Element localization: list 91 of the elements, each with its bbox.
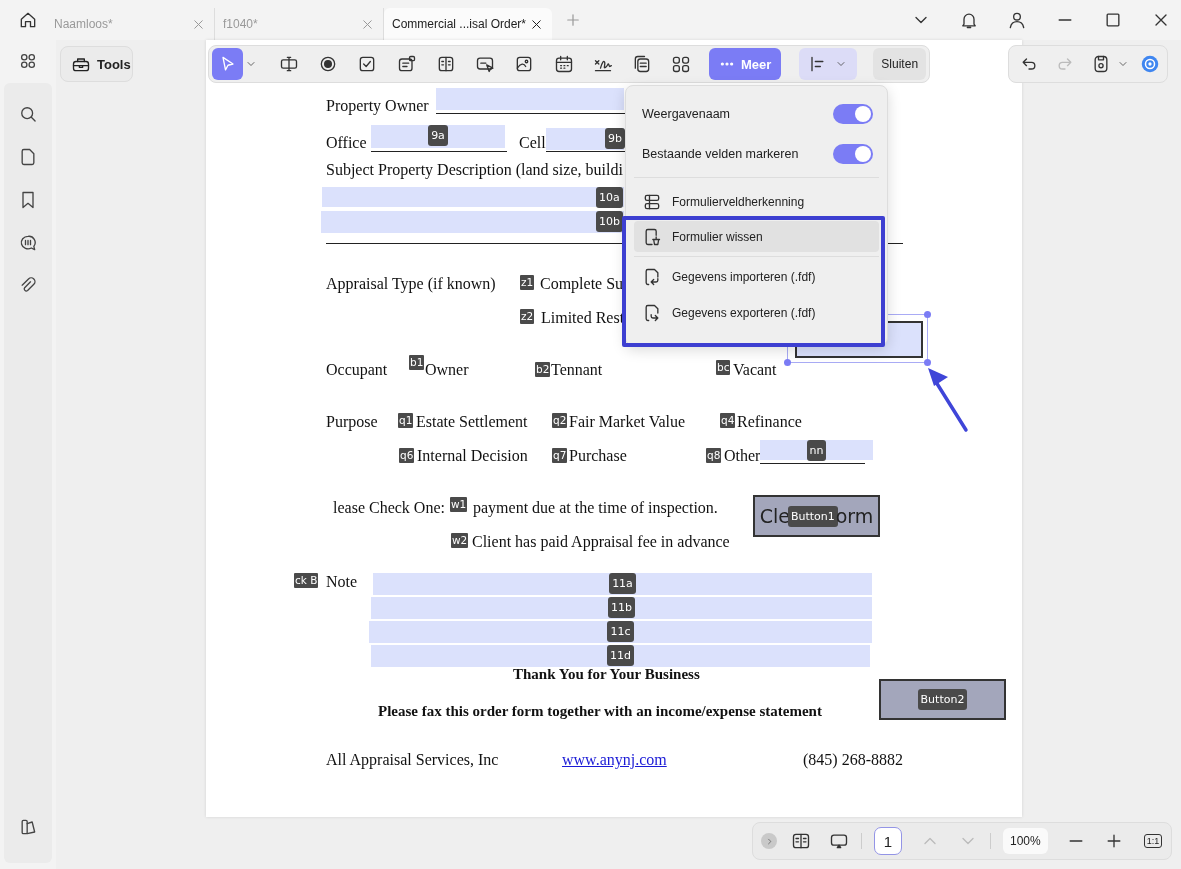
field-name-tag: 11d <box>607 645 634 666</box>
form-field[interactable]: nn <box>760 440 873 460</box>
form-text: Client has paid Appraisal fee in advance <box>472 533 730 551</box>
form-text: Note <box>326 573 358 591</box>
toggle-switch[interactable] <box>833 104 873 124</box>
menu-item[interactable]: Gegevens importeren (.fdf) <box>634 261 879 292</box>
field-name-tag: 9b <box>605 128 625 149</box>
combo-box-icon <box>396 54 417 74</box>
menu-item[interactable]: Formulier wissen <box>634 221 879 252</box>
field-name-tag: 10b <box>596 211 623 232</box>
form-text: Estate Settlement <box>416 413 528 431</box>
form-button[interactable]: Button2 <box>879 679 1006 720</box>
form-field[interactable]: 11c <box>369 621 872 643</box>
menu-label: Weergavenaam <box>642 107 730 121</box>
form-text: lease Check One: <box>333 499 445 517</box>
field-name-tag: Button2 <box>917 689 968 710</box>
field-name-tag: nn <box>806 440 827 461</box>
website-link[interactable]: www.anynj.com <box>562 751 667 769</box>
form-heading: Please fax this order form together with an income/expense statement <box>378 702 822 720</box>
form-text: Property Owner <box>326 97 429 115</box>
form-field[interactable]: 11b <box>371 597 872 619</box>
field-name-tag: 11a <box>609 573 636 594</box>
field-name-tag: q7 <box>552 448 568 463</box>
field-name-tag: q1 <box>398 413 414 428</box>
apps-icon[interactable] <box>18 51 38 71</box>
form-text: Cell <box>519 134 546 152</box>
assistant-logo-icon[interactable] <box>1141 53 1159 75</box>
search-icon[interactable] <box>18 104 38 124</box>
form-field[interactable]: 9b <box>546 128 624 150</box>
tab[interactable]: Commercial ...isal Order* <box>384 8 552 40</box>
form-heading: Thank You for Your Business <box>513 665 700 683</box>
field-name-tag: 11b <box>608 597 635 618</box>
tools-button[interactable]: Tools <box>60 46 133 82</box>
field-name-tag: w1 <box>450 497 468 512</box>
form-text: Office <box>326 134 367 152</box>
form-text: Occupant <box>326 361 388 379</box>
page-number-field[interactable]: 1 <box>874 827 902 855</box>
form-field[interactable]: 11d <box>371 645 870 667</box>
form-text: (845) 268-8882 <box>803 751 903 769</box>
form-text: payment due at the time of inspection. <box>473 499 718 517</box>
field-name-tag: 11c <box>607 621 634 642</box>
calendar-icon <box>553 54 574 74</box>
field-name-tag: ck B <box>294 573 319 588</box>
form-text: Complete Su <box>540 275 624 293</box>
field-name-tag: Button1 <box>787 505 838 527</box>
form-text: Purchase <box>569 447 627 465</box>
home-icon[interactable] <box>18 10 38 30</box>
form-text: Limited Rest <box>541 309 625 327</box>
field-name-tag: w2 <box>451 533 469 548</box>
align-dropdown[interactable] <box>799 48 858 80</box>
form-text: Other <box>724 447 761 465</box>
field-name-tag: q4 <box>720 413 736 428</box>
field-name-tag: z2 <box>520 309 535 324</box>
form-field[interactable]: 9a <box>371 125 505 148</box>
field-name-tag: 9a <box>428 125 448 146</box>
form-text: All Appraisal Services, Inc <box>326 751 499 769</box>
field-name-tag: q6 <box>399 448 415 463</box>
field-name-tag: 10a <box>596 187 623 208</box>
actual-size-button[interactable]: 1:1 <box>1143 834 1163 848</box>
text-field-icon <box>278 54 299 74</box>
form-text: Appraisal Type (if known) <box>326 275 496 293</box>
form-field[interactable]: 10a <box>322 187 624 207</box>
user-icon[interactable] <box>1007 10 1027 30</box>
menu-label: Bestaande velden markeren <box>642 147 799 161</box>
form-text: Refinance <box>737 413 802 431</box>
form-text: Owner <box>425 361 469 379</box>
form-text: Fair Market Value <box>569 413 686 431</box>
form-field[interactable] <box>436 88 624 110</box>
form-text: Purpose <box>326 413 378 431</box>
field-name-tag: b1 <box>409 355 425 370</box>
grid-icon <box>671 54 692 74</box>
annotation-arrow <box>928 368 968 432</box>
field-name-tag: q2 <box>552 413 568 428</box>
form-text: Tennant <box>551 361 603 379</box>
field-name-tag: z1 <box>520 275 535 290</box>
form-text: Vacant <box>733 361 777 379</box>
menu-item[interactable]: Formulierveldherkenning <box>634 186 879 217</box>
close-button[interactable]: Sluiten <box>873 48 927 80</box>
field-name-tag: b2 <box>535 362 551 377</box>
field-name-tag: bc <box>716 360 731 375</box>
button-text: Cle <box>759 505 790 527</box>
comment-icon[interactable] <box>18 233 38 253</box>
zoom-field[interactable]: 100% <box>1003 828 1048 854</box>
two-page-icon[interactable] <box>791 831 811 851</box>
form-field[interactable]: 11a <box>373 573 872 595</box>
toggle-switch[interactable] <box>833 144 873 164</box>
form-text: Subject Property Description (land size, buildi <box>326 161 623 179</box>
form-text: Internal Decision <box>417 447 528 465</box>
field-name-tag: q8 <box>706 448 722 463</box>
menu-item[interactable]: Gegevens exporteren (.fdf) <box>634 297 879 328</box>
form-field[interactable]: 10b <box>321 211 624 233</box>
